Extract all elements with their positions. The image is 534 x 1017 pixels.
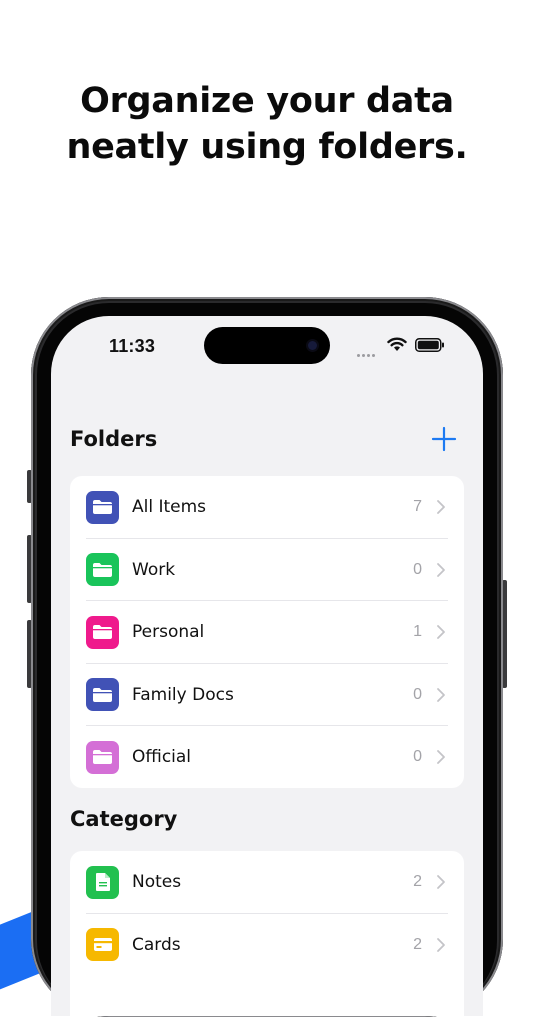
dynamic-island bbox=[204, 327, 330, 364]
plus-icon[interactable] bbox=[431, 426, 457, 452]
headline: Organize your data neatly using folders. bbox=[0, 78, 534, 170]
category-row-cards[interactable]: Cards 2 bbox=[70, 914, 464, 977]
folder-icon bbox=[86, 615, 119, 649]
chevron-right-icon bbox=[437, 875, 445, 890]
card-icon bbox=[86, 928, 119, 962]
item-count: 1 bbox=[413, 623, 422, 641]
camera-icon bbox=[308, 341, 317, 350]
chevron-right-icon bbox=[437, 625, 445, 640]
item-count: 0 bbox=[413, 685, 422, 703]
headline-line-1: Organize your data bbox=[80, 81, 454, 121]
folder-label: Family Docs bbox=[132, 684, 234, 705]
folder-icon bbox=[86, 490, 119, 524]
category-row-notes[interactable]: Notes 2 bbox=[70, 851, 464, 914]
wifi-icon bbox=[387, 337, 407, 351]
folder-row-family-docs[interactable]: Family Docs 0 bbox=[70, 664, 464, 726]
chevron-right-icon bbox=[437, 750, 445, 765]
folder-row-work[interactable]: Work 0 bbox=[70, 539, 464, 601]
category-label: Cards bbox=[132, 934, 181, 955]
item-count: 2 bbox=[413, 873, 422, 891]
folder-row-official[interactable]: Official 0 bbox=[70, 726, 464, 789]
folders-heading: Folders bbox=[70, 427, 158, 451]
folders-list: All Items 7 Work 0 Personal 1 Family Doc… bbox=[70, 476, 464, 788]
category-list: Notes 2 Cards 2 bbox=[70, 851, 464, 1016]
folder-row-all-items[interactable]: All Items 7 bbox=[70, 476, 464, 539]
item-count: 0 bbox=[413, 560, 422, 578]
signal-dots-icon bbox=[357, 344, 377, 362]
battery-icon bbox=[415, 338, 444, 352]
status-time: 11:33 bbox=[109, 336, 156, 356]
headline-line-2: neatly using folders. bbox=[66, 127, 468, 167]
category-heading: Category bbox=[70, 807, 178, 831]
folder-label: All Items bbox=[132, 497, 207, 518]
chevron-right-icon bbox=[437, 937, 445, 952]
category-label: Notes bbox=[132, 872, 182, 893]
folder-row-personal[interactable]: Personal 1 bbox=[70, 601, 464, 664]
status-indicators bbox=[357, 337, 447, 357]
item-count: 7 bbox=[413, 498, 422, 516]
folder-label: Personal bbox=[132, 622, 205, 643]
item-count: 0 bbox=[413, 748, 422, 766]
phone-screen: 11:33 Folders All Items 7 Work 0 Persona… bbox=[51, 316, 483, 1016]
chevron-right-icon bbox=[437, 562, 445, 577]
folder-icon bbox=[86, 740, 119, 774]
chevron-right-icon bbox=[437, 687, 445, 702]
folder-label: Official bbox=[132, 747, 192, 768]
note-icon bbox=[86, 865, 119, 899]
folder-icon bbox=[86, 678, 119, 712]
folder-icon bbox=[86, 553, 119, 587]
folder-label: Work bbox=[132, 559, 176, 580]
item-count: 2 bbox=[413, 935, 422, 953]
chevron-right-icon bbox=[437, 500, 445, 515]
